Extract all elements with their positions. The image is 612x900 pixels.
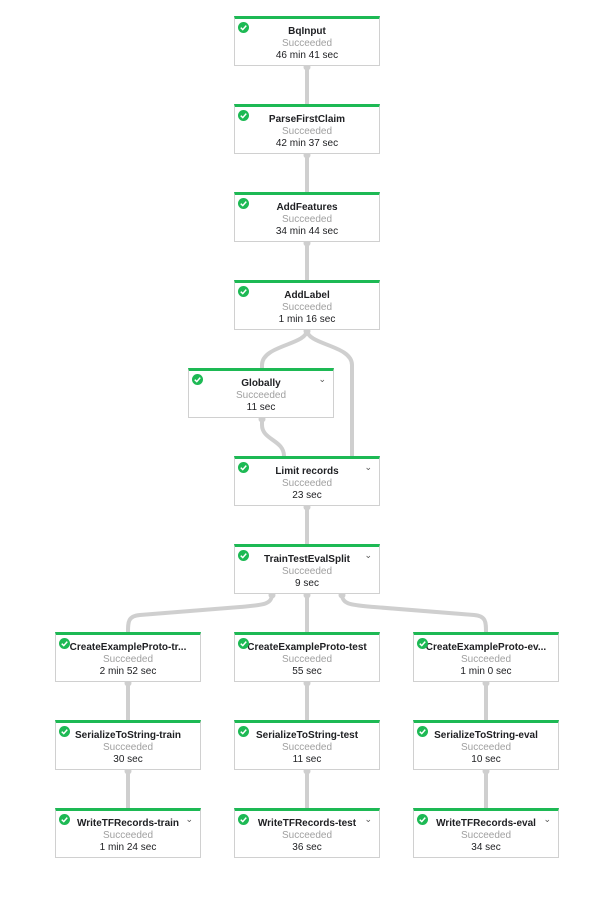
edge-glob-limit [260, 418, 286, 457]
step-node-split[interactable]: TrainTestEvalSplit Succeeded 9 sec ⌄ [234, 544, 380, 594]
step-duration: 55 sec [292, 666, 322, 677]
step-duration: 10 sec [471, 754, 501, 765]
step-node-cete[interactable]: CreateExampleProto-test Succeeded 55 sec [234, 632, 380, 682]
edge-label-glob [260, 329, 309, 368]
step-node-label[interactable]: AddLabel Succeeded 1 min 16 sec [234, 280, 380, 330]
step-name: SerializeToString-eval [434, 730, 538, 741]
check-circle-icon [238, 462, 249, 473]
step-name: SerializeToString-test [255, 730, 359, 741]
check-circle-icon [238, 638, 249, 649]
step-name: CreateExampleProto-tr... [69, 642, 187, 653]
step-status: Succeeded [281, 830, 333, 841]
step-status: Succeeded [460, 830, 512, 841]
step-duration: 11 sec [292, 754, 322, 765]
step-node-feat[interactable]: AddFeatures Succeeded 34 min 44 sec [234, 192, 380, 242]
check-circle-icon [238, 286, 249, 297]
step-name: CreateExampleProto-ev... [425, 642, 547, 653]
check-circle-icon [238, 198, 249, 209]
step-node-parse[interactable]: ParseFirstClaim Succeeded 42 min 37 sec [234, 104, 380, 154]
step-status: Succeeded [460, 654, 512, 665]
chevron-down-icon[interactable]: ⌄ [364, 814, 372, 825]
step-status: Succeeded [281, 654, 333, 665]
edge-split-ceev [340, 593, 488, 633]
check-circle-icon [238, 726, 249, 737]
step-status: Succeeded [281, 126, 333, 137]
step-name: TrainTestEvalSplit [264, 554, 350, 565]
step-status: Succeeded [281, 214, 333, 225]
check-circle-icon [417, 814, 428, 825]
step-node-ssev[interactable]: SerializeToString-eval Succeeded 10 sec [413, 720, 559, 770]
step-duration: 36 sec [292, 842, 322, 853]
step-node-wtr[interactable]: WriteTFRecords-train Succeeded 1 min 24 … [55, 808, 201, 858]
chevron-down-icon[interactable]: ⌄ [185, 814, 193, 825]
chevron-down-icon[interactable]: ⌄ [543, 814, 551, 825]
step-status: Succeeded [281, 478, 333, 489]
chevron-down-icon[interactable]: ⌄ [364, 550, 372, 561]
step-duration: 30 sec [113, 754, 143, 765]
step-status: Succeeded [460, 742, 512, 753]
step-status: Succeeded [102, 830, 154, 841]
check-circle-icon [238, 550, 249, 561]
step-duration: 11 sec [246, 402, 276, 413]
step-duration: 2 min 52 sec [99, 666, 157, 677]
step-name: CreateExampleProto-test [247, 642, 367, 653]
step-name: WriteTFRecords-eval [436, 818, 536, 829]
step-name: WriteTFRecords-train [76, 818, 180, 829]
check-circle-icon [238, 22, 249, 33]
step-node-glob[interactable]: Globally Succeeded 11 sec ⌄ [188, 368, 334, 418]
step-status: Succeeded [102, 742, 154, 753]
step-name: WriteTFRecords-test [257, 818, 357, 829]
step-duration: 46 min 41 sec [275, 50, 339, 61]
step-name: AddLabel [284, 290, 330, 301]
step-name: AddFeatures [276, 202, 338, 213]
step-node-bq[interactable]: BqInput Succeeded 46 min 41 sec [234, 16, 380, 66]
check-circle-icon [417, 638, 428, 649]
check-circle-icon [238, 110, 249, 121]
step-status: Succeeded [281, 38, 333, 49]
step-status: Succeeded [102, 654, 154, 665]
step-name: Globally [241, 378, 281, 389]
step-duration: 23 sec [292, 490, 322, 501]
step-name: BqInput [288, 26, 326, 37]
step-status: Succeeded [281, 302, 333, 313]
check-circle-icon [59, 814, 70, 825]
step-node-cetr[interactable]: CreateExampleProto-tr... Succeeded 2 min… [55, 632, 201, 682]
step-name: Limit records [275, 466, 339, 477]
step-duration: 42 min 37 sec [275, 138, 339, 149]
step-name: SerializeToString-train [75, 730, 181, 741]
edge-split-cetr [126, 593, 274, 633]
step-name: ParseFirstClaim [268, 114, 346, 125]
step-status: Succeeded [235, 390, 287, 401]
step-status: Succeeded [281, 566, 333, 577]
step-duration: 1 min 0 sec [460, 666, 512, 677]
step-duration: 34 sec [471, 842, 501, 853]
step-duration: 1 min 16 sec [278, 314, 336, 325]
step-node-ceev[interactable]: CreateExampleProto-ev... Succeeded 1 min… [413, 632, 559, 682]
step-duration: 9 sec [295, 578, 319, 589]
step-node-limit[interactable]: Limit records Succeeded 23 sec ⌄ [234, 456, 380, 506]
check-circle-icon [192, 374, 203, 385]
step-node-wte[interactable]: WriteTFRecords-test Succeeded 36 sec ⌄ [234, 808, 380, 858]
check-circle-icon [238, 814, 249, 825]
chevron-down-icon[interactable]: ⌄ [318, 374, 326, 385]
step-node-sste[interactable]: SerializeToString-test Succeeded 11 sec [234, 720, 380, 770]
step-node-sstr[interactable]: SerializeToString-train Succeeded 30 sec [55, 720, 201, 770]
step-status: Succeeded [281, 742, 333, 753]
check-circle-icon [59, 638, 70, 649]
step-duration: 1 min 24 sec [99, 842, 157, 853]
chevron-down-icon[interactable]: ⌄ [364, 462, 372, 473]
step-duration: 34 min 44 sec [275, 226, 339, 237]
check-circle-icon [417, 726, 428, 737]
check-circle-icon [59, 726, 70, 737]
step-node-wev[interactable]: WriteTFRecords-eval Succeeded 34 sec ⌄ [413, 808, 559, 858]
